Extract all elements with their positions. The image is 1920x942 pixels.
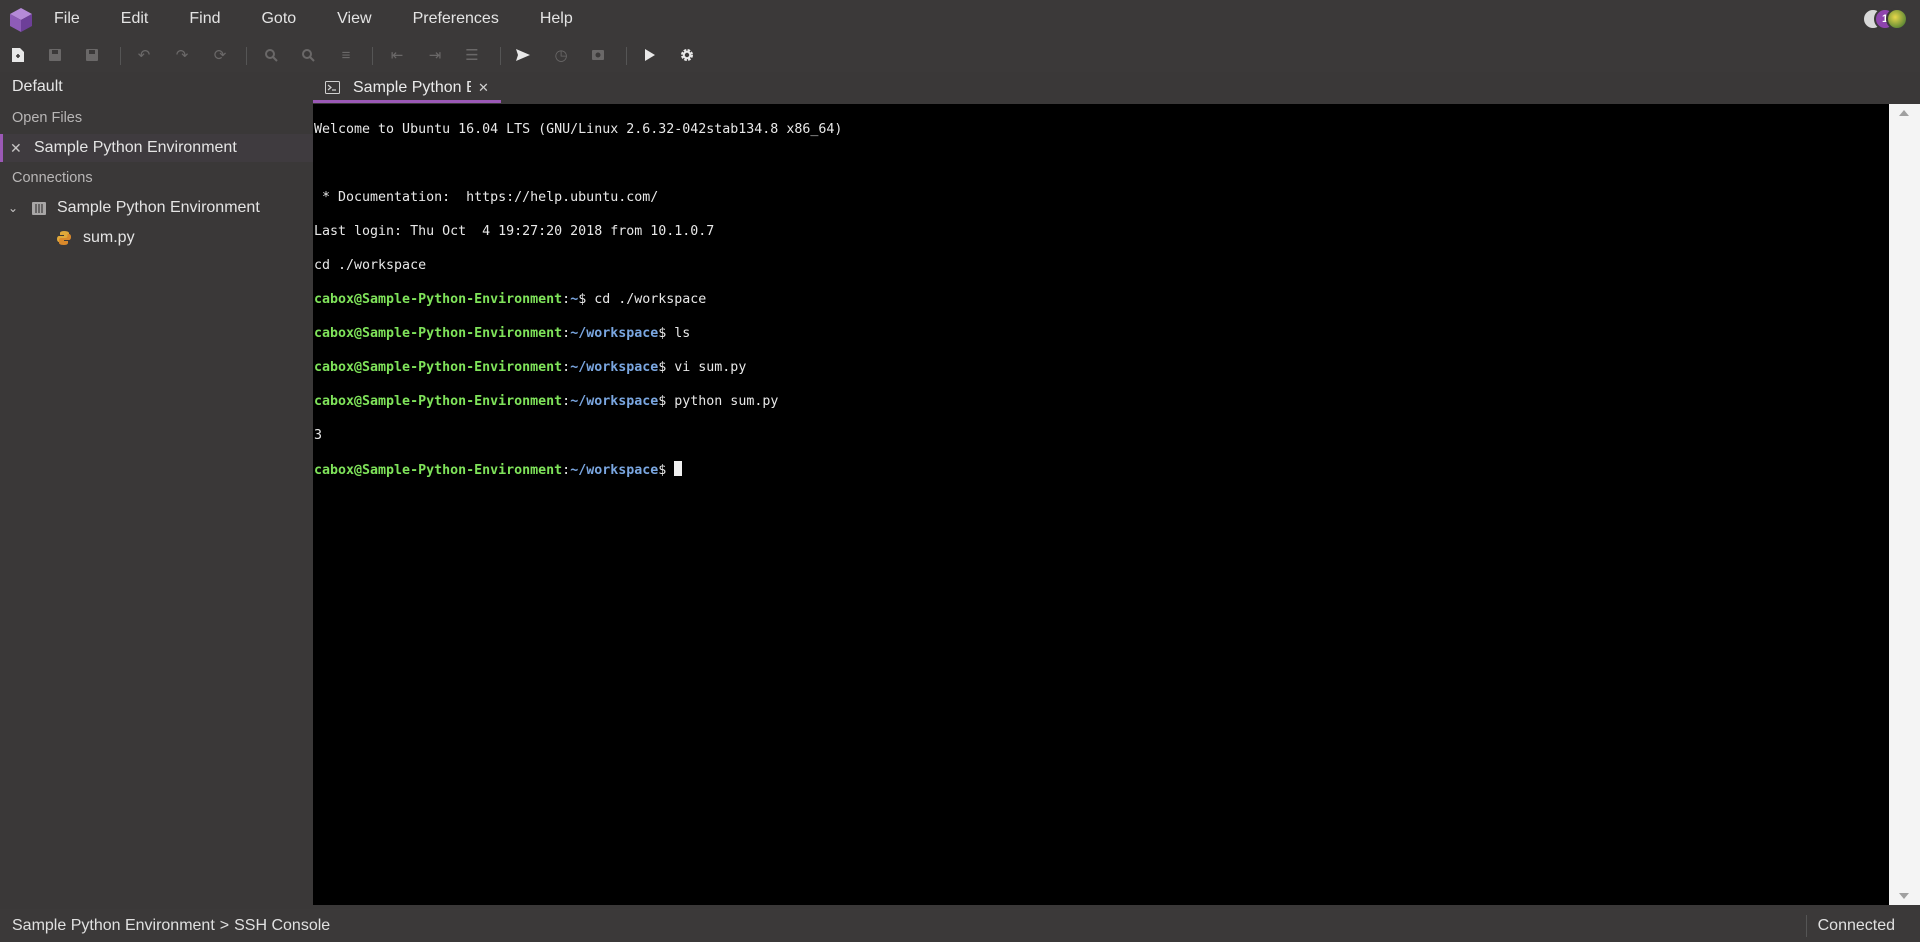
close-icon[interactable]: ✕ — [10, 140, 22, 157]
prompt-path: ~/workspace — [570, 463, 658, 478]
connection-item[interactable]: ⌄ Sample Python Environment — [0, 194, 313, 222]
prompt-user-host: cabox@Sample-Python-Environment — [314, 463, 562, 478]
open-file-item[interactable]: ✕ Sample Python Environment — [0, 134, 313, 162]
undo-icon[interactable]: ↶ — [134, 45, 154, 65]
main-menu: File Edit Find Goto View Preferences Hel… — [54, 0, 614, 38]
redo-icon[interactable]: ↷ — [172, 45, 192, 65]
toolbar-divider — [500, 47, 501, 65]
menu-view[interactable]: View — [337, 10, 371, 28]
menu-file[interactable]: File — [54, 10, 80, 28]
menu-find[interactable]: Find — [189, 10, 220, 28]
tab-bar: Sample Python E ✕ — [313, 72, 1920, 104]
toolbar-divider — [246, 47, 247, 65]
send-icon[interactable] — [513, 45, 533, 65]
terminal-line: cd ./workspace — [314, 257, 1888, 274]
scroll-down-arrow-icon[interactable] — [1899, 893, 1909, 899]
project-title[interactable]: Default — [12, 78, 63, 96]
file-label: sum.py — [83, 229, 135, 247]
connection-label: Sample Python Environment — [57, 199, 260, 217]
prompt-command: python sum.py — [666, 394, 778, 409]
outdent-icon[interactable]: ⇤ — [387, 45, 407, 65]
prompt-command: cd ./workspace — [586, 292, 706, 307]
connection-status: Connected — [1818, 917, 1895, 935]
tab-label: Sample Python E — [353, 79, 471, 97]
terminal-prompt-line[interactable]: cabox@Sample-Python-Environment:~/worksp… — [314, 461, 1888, 478]
open-file-label: Sample Python Environment — [34, 139, 237, 157]
prompt-command: ls — [666, 326, 690, 341]
close-icon[interactable]: ✕ — [478, 80, 489, 96]
history-icon[interactable]: ◷ — [551, 45, 571, 65]
prompt-path: ~/workspace — [570, 360, 658, 375]
menu-edit[interactable]: Edit — [121, 10, 149, 28]
status-bar: Sample Python Environment > SSH Console … — [0, 909, 1920, 942]
save-icon[interactable] — [45, 45, 65, 65]
terminal-prompt-line: cabox@Sample-Python-Environment:~/worksp… — [314, 393, 1888, 410]
terminal-line: Last login: Thu Oct 4 19:27:20 2018 from… — [314, 223, 1888, 240]
prompt-user-host: cabox@Sample-Python-Environment — [314, 292, 562, 307]
terminal-prompt-line: cabox@Sample-Python-Environment:~/worksp… — [314, 359, 1888, 376]
breadcrumb-separator: > — [220, 917, 229, 935]
python-file-icon — [56, 230, 72, 246]
terminal-line: Welcome to Ubuntu 16.04 LTS (GNU/Linux 2… — [314, 121, 1888, 138]
menubar: File Edit Find Goto View Preferences Hel… — [0, 0, 1920, 38]
server-icon — [32, 202, 46, 215]
terminal-cursor — [674, 461, 682, 476]
app-logo-icon[interactable] — [8, 7, 34, 33]
prompt-user-host: cabox@Sample-Python-Environment — [314, 394, 562, 409]
prompt-user-host: cabox@Sample-Python-Environment — [314, 360, 562, 375]
connections-heading: Connections — [12, 170, 93, 186]
file-item[interactable]: sum.py — [0, 224, 313, 252]
terminal-scrollbar[interactable] — [1889, 104, 1920, 905]
sidebar: Default Open Files ✕ Sample Python Envir… — [0, 72, 313, 909]
collaborator-avatars[interactable]: 1 — [1872, 8, 1908, 30]
open-files-heading: Open Files — [12, 110, 82, 126]
search-icon[interactable] — [261, 45, 281, 65]
tab-ssh-console[interactable]: Sample Python E ✕ — [313, 72, 501, 104]
terminal-icon — [325, 81, 340, 94]
run-icon[interactable] — [640, 45, 660, 65]
terminal-output-line: 3 — [314, 427, 1888, 444]
sort-lines-icon[interactable]: ☰ — [462, 45, 482, 65]
avatar[interactable] — [1886, 8, 1908, 30]
scroll-up-arrow-icon[interactable] — [1899, 110, 1909, 116]
prompt-path: ~/workspace — [570, 326, 658, 341]
active-tab-indicator — [313, 100, 501, 103]
toolbar: ↶ ↷ ⟳ ≡ ⇤ ⇥ ☰ ◷ — [0, 38, 1920, 72]
toolbar-divider — [372, 47, 373, 65]
prompt-user-host: cabox@Sample-Python-Environment — [314, 326, 562, 341]
ssh-terminal[interactable]: Welcome to Ubuntu 16.04 LTS (GNU/Linux 2… — [313, 104, 1889, 905]
prompt-command: vi sum.py — [666, 360, 746, 375]
breadcrumb: Sample Python Environment > SSH Console — [12, 917, 330, 935]
breadcrumb-connection[interactable]: Sample Python Environment — [12, 917, 215, 935]
prompt-path: ~ — [570, 292, 578, 307]
terminal-prompt-line: cabox@Sample-Python-Environment:~$ cd ./… — [314, 291, 1888, 308]
active-indicator — [0, 134, 3, 162]
menu-help[interactable]: Help — [540, 10, 573, 28]
chevron-down-icon[interactable]: ⌄ — [8, 201, 18, 215]
word-wrap-icon[interactable]: ≡ — [336, 45, 356, 65]
toolbar-divider — [120, 47, 121, 65]
new-file-icon[interactable] — [8, 45, 28, 65]
find-replace-icon[interactable] — [298, 45, 318, 65]
menu-preferences[interactable]: Preferences — [413, 10, 499, 28]
toolbar-divider — [626, 47, 627, 65]
breadcrumb-console[interactable]: SSH Console — [234, 917, 330, 935]
terminal-line: * Documentation: https://help.ubuntu.com… — [314, 189, 1888, 206]
refresh-icon[interactable]: ⟳ — [210, 45, 230, 65]
save-all-icon[interactable] — [82, 45, 102, 65]
prompt-path: ~/workspace — [570, 394, 658, 409]
status-divider — [1806, 915, 1807, 937]
menu-goto[interactable]: Goto — [261, 10, 296, 28]
indent-icon[interactable]: ⇥ — [425, 45, 445, 65]
preview-icon[interactable] — [588, 45, 608, 65]
terminal-blank-line — [314, 155, 1888, 172]
terminal-prompt-line: cabox@Sample-Python-Environment:~/worksp… — [314, 325, 1888, 342]
gear-icon[interactable] — [677, 45, 697, 65]
